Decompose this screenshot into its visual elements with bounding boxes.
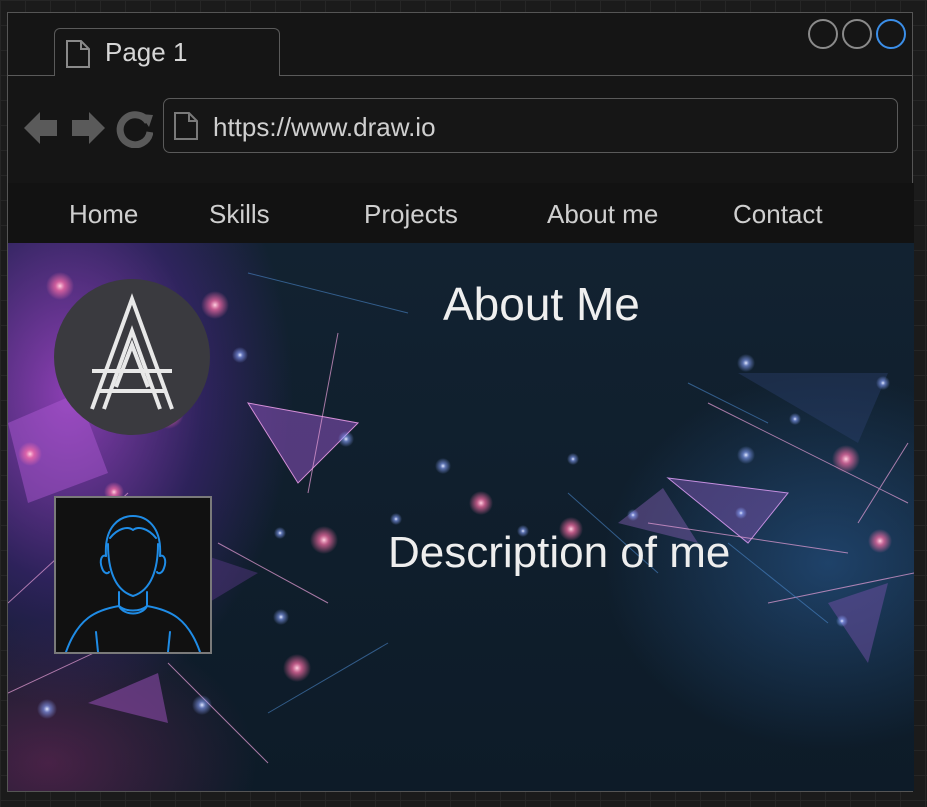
window-control-close[interactable] (876, 19, 906, 49)
nav-home[interactable]: Home (69, 199, 138, 230)
document-icon (173, 111, 199, 146)
nav-about-me[interactable]: About me (547, 199, 658, 230)
address-bar[interactable]: https://www.draw.io (163, 98, 898, 153)
description-text: Description of me (388, 528, 731, 577)
url-text: https://www.draw.io (213, 112, 436, 142)
reload-icon[interactable] (116, 111, 154, 149)
window-control-minimize[interactable] (808, 19, 838, 49)
back-icon[interactable] (24, 112, 57, 144)
window-controls (808, 19, 906, 49)
aa-monogram-logo (54, 279, 210, 435)
user-avatar-icon (54, 496, 212, 654)
site-navbar: Home Skills Projects About me Contact (8, 183, 914, 243)
nav-skills[interactable]: Skills (209, 199, 270, 230)
nav-projects[interactable]: Projects (364, 199, 458, 230)
tab-title: Page 1 (105, 37, 188, 67)
forward-icon[interactable] (72, 112, 105, 144)
navigation-controls (23, 108, 154, 153)
document-icon (65, 39, 91, 74)
browser-window: Page 1 https://www.draw.io Home Skills P… (7, 12, 914, 792)
tab-page-1[interactable]: Page 1 (54, 28, 280, 76)
hero-section: About Me Description of me (8, 243, 914, 791)
window-control-maximize[interactable] (842, 19, 872, 49)
nav-contact[interactable]: Contact (733, 199, 823, 230)
hero-title: About Me (443, 278, 640, 330)
